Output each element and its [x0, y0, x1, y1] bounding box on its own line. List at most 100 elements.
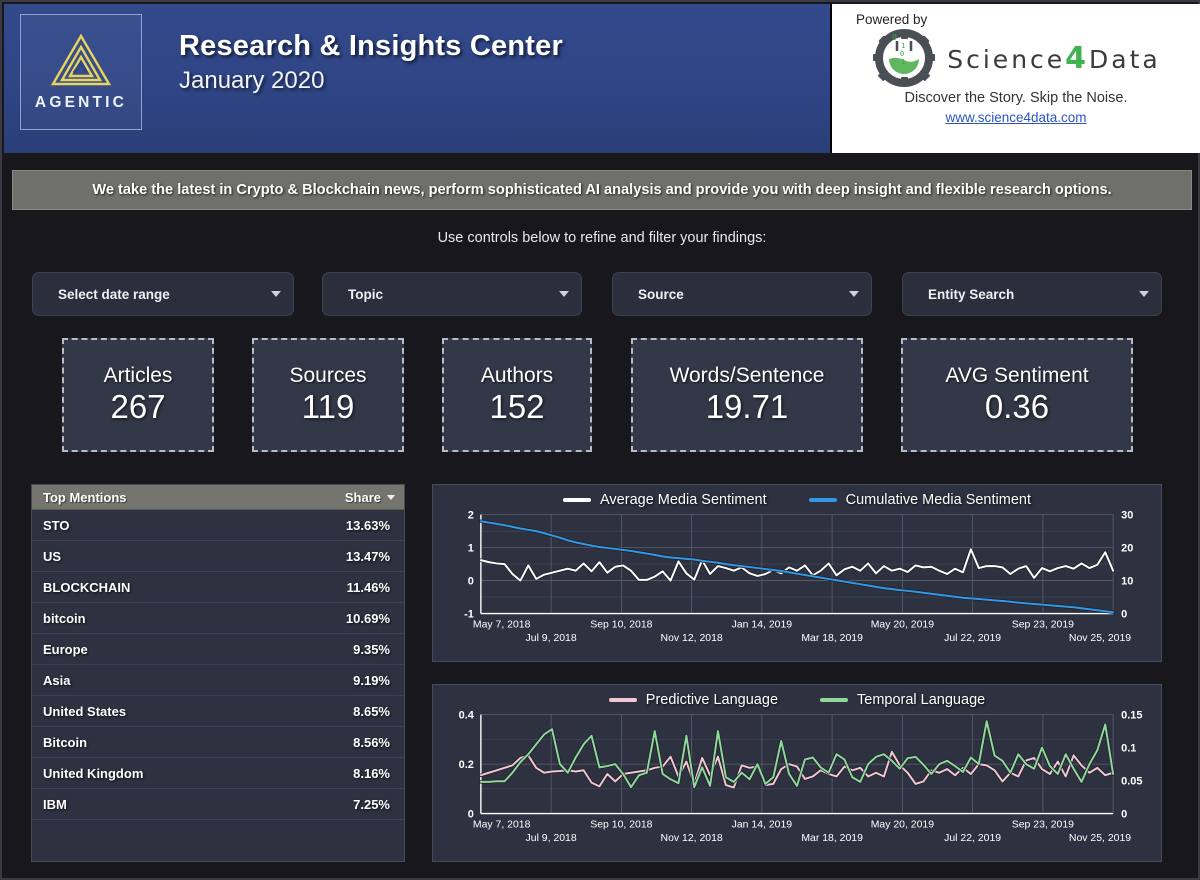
svg-text:May 20, 2019: May 20, 2019 [871, 619, 935, 630]
table-body: STO 13.63% US 13.47% BLOCKCHAIN 11.46% bitcoin… [32, 510, 404, 820]
svg-text:20: 20 [1121, 543, 1133, 555]
kpi-card-authors: Authors 152 [442, 338, 592, 452]
legend-item-average-media-sentiment[interactable]: Average Media Sentiment [563, 492, 767, 508]
table-cell-share: 8.65% [353, 703, 390, 719]
table-row[interactable]: BLOCKCHAIN 11.46% [32, 572, 404, 603]
svg-text:Jul 9, 2018: Jul 9, 2018 [526, 833, 577, 844]
svg-text:0: 0 [892, 33, 897, 42]
kpi-card-sources: Sources 119 [252, 338, 404, 452]
media-sentiment-chart: Average Media Sentiment Cumulative Media… [432, 484, 1162, 662]
table-row[interactable]: STO 13.63% [32, 510, 404, 541]
table-row[interactable]: IBM 7.25% [32, 789, 404, 820]
svg-text:1: 1 [901, 58, 905, 66]
kpi-label: Sources [289, 364, 367, 388]
table-row[interactable]: US 13.47% [32, 541, 404, 572]
svg-text:10: 10 [1121, 576, 1133, 588]
svg-text:2: 2 [468, 510, 474, 522]
top-mentions-table: Top Mentions Share STO 13.63% US 13.47% BLOC… [31, 484, 405, 862]
header-title-group: Research & Insights Center January 2020 [179, 30, 563, 95]
filter-entity-search[interactable]: Entity Search [902, 272, 1162, 316]
powered-by-panel: Powered by 0 1 0 1 Science4Data Discover… [832, 4, 1200, 153]
svg-text:Sep 10, 2018: Sep 10, 2018 [590, 819, 652, 830]
svg-text:Sep 10, 2018: Sep 10, 2018 [590, 619, 652, 630]
kpi-value: 0.36 [984, 387, 1050, 425]
science4data-wordmark: Science4Data [947, 41, 1161, 76]
table-row[interactable]: Bitcoin 8.56% [32, 727, 404, 758]
filter-date-range[interactable]: Select date range [32, 272, 294, 316]
svg-text:30: 30 [1121, 510, 1133, 522]
table-row[interactable]: United Kingdom 8.16% [32, 758, 404, 789]
table-cell-name: US [43, 548, 62, 564]
table-cell-share: 8.56% [353, 734, 390, 750]
filter-topic[interactable]: Topic [322, 272, 582, 316]
legend-swatch [608, 698, 637, 702]
svg-text:0.2: 0.2 [459, 759, 474, 771]
table-row[interactable]: Asia 9.19% [32, 665, 404, 696]
filter-bar: Select date range Topic Source Entity Se… [32, 272, 1172, 316]
gear-beaker-icon: 0 1 0 1 [873, 29, 936, 87]
svg-text:Nov 25, 2019: Nov 25, 2019 [1069, 633, 1131, 644]
filter-date-range-label: Select date range [58, 286, 170, 302]
sort-descending-icon[interactable] [387, 494, 395, 500]
chart2-plot-area: 0.40.200.150.10.050May 7, 2018Jul 9, 201… [459, 710, 1143, 845]
table-cell-share: 11.46% [346, 579, 390, 595]
kpi-value: 19.71 [705, 387, 789, 425]
kpi-value: 119 [301, 387, 355, 425]
table-cell-share: 9.19% [353, 672, 390, 688]
kpi-label: Words/Sentence [669, 364, 825, 388]
powered-by-label: Powered by [856, 12, 928, 27]
kpi-card-words-per-sentence: Words/Sentence 19.71 [631, 338, 863, 452]
svg-text:0.05: 0.05 [1121, 776, 1142, 788]
legend-item-cumulative-media-sentiment[interactable]: Cumulative Media Sentiment [808, 492, 1031, 508]
svg-text:0: 0 [900, 50, 904, 58]
legend-label: Average Media Sentiment [600, 492, 767, 508]
column-header-share[interactable]: Share [345, 490, 381, 505]
column-header-name[interactable]: Top Mentions [43, 490, 345, 505]
controls-hint: Use controls below to refine and filter … [437, 230, 767, 246]
chart2-legend: Predictive Language Temporal Language [433, 692, 1161, 708]
table-row[interactable]: Europe 9.35% [32, 634, 404, 665]
brand-part-data: Data [1089, 44, 1161, 74]
dashboard-page: AGENTIC Research & Insights Center Janua… [0, 0, 1200, 880]
kpi-value: 152 [489, 387, 545, 425]
filter-topic-label: Topic [348, 286, 383, 302]
table-row[interactable]: United States 8.65% [32, 696, 404, 727]
table-cell-name: Europe [43, 641, 88, 657]
table-cell-share: 13.63% [345, 517, 390, 533]
svg-text:Jan 14, 2019: Jan 14, 2019 [732, 619, 793, 630]
svg-text:0.15: 0.15 [1121, 710, 1142, 722]
brand-website-link[interactable]: www.science4data.com [945, 110, 1086, 125]
legend-item-predictive-language[interactable]: Predictive Language [608, 692, 778, 708]
chart1-legend: Average Media Sentiment Cumulative Media… [433, 492, 1161, 508]
table-cell-name: STO [43, 517, 70, 533]
svg-text:Nov 12, 2018: Nov 12, 2018 [661, 833, 723, 844]
table-cell-name: IBM [43, 796, 67, 812]
svg-text:Nov 25, 2019: Nov 25, 2019 [1069, 833, 1131, 844]
filter-source[interactable]: Source [612, 272, 872, 316]
agentic-wordmark: AGENTIC [34, 93, 128, 111]
header: AGENTIC Research & Insights Center Janua… [4, 4, 1200, 153]
filter-entity-search-label: Entity Search [928, 286, 1015, 302]
kpi-label: Authors [480, 364, 554, 388]
brand-tagline: Discover the Story. Skip the Noise. [904, 90, 1128, 106]
chevron-down-icon [271, 291, 281, 297]
kpi-label: AVG Sentiment [945, 364, 1089, 388]
page-subtitle: January 2020 [179, 67, 325, 94]
brand-four: 4 [1065, 40, 1090, 76]
legend-label: Cumulative Media Sentiment [845, 492, 1031, 508]
chevron-down-icon [1139, 291, 1149, 297]
table-cell-share: 8.16% [353, 765, 390, 781]
kpi-row: Articles 267 Sources 119 Authors 152 Wor… [2, 338, 1200, 458]
svg-text:Jan 14, 2019: Jan 14, 2019 [732, 819, 793, 830]
svg-text:Mar 18, 2019: Mar 18, 2019 [801, 833, 863, 844]
table-row[interactable]: bitcoin 10.69% [32, 603, 404, 634]
info-banner: We take the latest in Crypto & Blockchai… [12, 170, 1192, 210]
legend-swatch [808, 498, 837, 502]
chevron-down-icon [849, 291, 859, 297]
svg-text:Sep 23, 2019: Sep 23, 2019 [1012, 619, 1074, 630]
svg-text:0: 0 [1121, 609, 1127, 621]
kpi-card-avg-sentiment: AVG Sentiment 0.36 [901, 338, 1133, 452]
svg-text:0: 0 [468, 576, 474, 588]
legend-item-temporal-language[interactable]: Temporal Language [820, 692, 985, 708]
chevron-down-icon [559, 291, 569, 297]
